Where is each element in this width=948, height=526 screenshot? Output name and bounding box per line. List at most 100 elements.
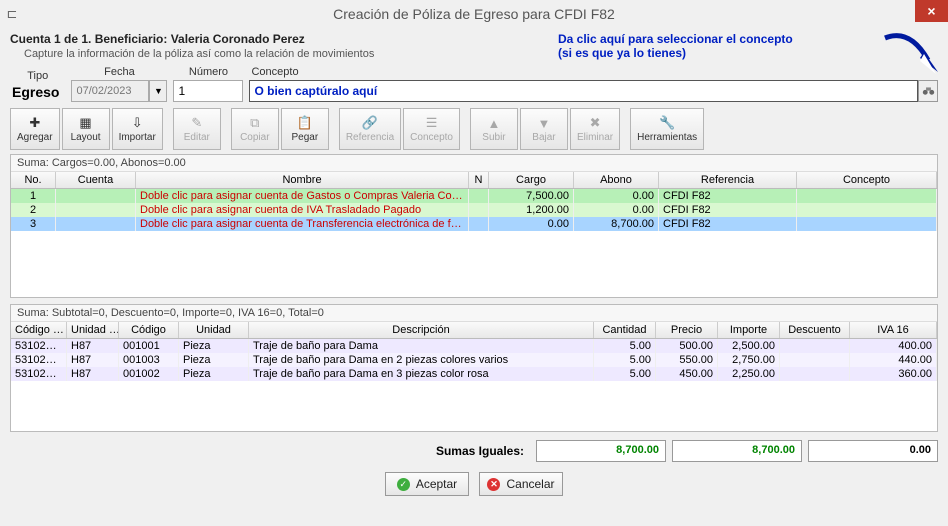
toolbar-copiar-label: Copiar xyxy=(240,132,269,143)
account-header: Cuenta 1 de 1. Beneficiario: Valeria Cor… xyxy=(10,32,558,46)
concepto-lookup-button[interactable] xyxy=(918,80,938,102)
cell-codigo2: 001003 xyxy=(119,353,179,367)
cell-unidad: Pieza xyxy=(179,339,249,353)
cell-unidad-s: H87 xyxy=(67,339,119,353)
toolbar-subir-label: Subir xyxy=(482,132,505,143)
movements-row[interactable]: 1Doble clic para asignar cuenta de Gasto… xyxy=(11,189,937,203)
toolbar-eliminar-label: Eliminar xyxy=(577,132,613,143)
concepto-input[interactable] xyxy=(249,80,918,102)
binoculars-icon xyxy=(922,85,935,98)
toolbar-copiar[interactable]: ⧉Copiar xyxy=(231,108,279,150)
toolbar-eliminar[interactable]: ✖Eliminar xyxy=(570,108,620,150)
cell-iva: 360.00 xyxy=(850,367,937,381)
import-icon: ⇩ xyxy=(129,115,145,131)
cell-codigo: 53102802 xyxy=(11,353,67,367)
toolbar-importar[interactable]: ⇩Importar xyxy=(112,108,163,150)
toolbar-editar[interactable]: ✎Editar xyxy=(173,108,221,150)
movements-row[interactable]: 3Doble clic para asignar cuenta de Trans… xyxy=(11,217,937,231)
fields-row: Tipo Egreso Fecha ▼ Número Concepto xyxy=(6,66,942,108)
toolbar-referencia[interactable]: 🔗Referencia xyxy=(339,108,401,150)
items-row[interactable]: 53102802H87001002PiezaTraje de baño para… xyxy=(11,367,937,381)
edit-icon: ✎ xyxy=(189,115,205,131)
movements-row[interactable]: 2Doble clic para asignar cuenta de IVA T… xyxy=(11,203,937,217)
items-sums: Suma: Subtotal=0, Descuento=0, Importe=0… xyxy=(11,305,937,322)
toolbar-herramientas[interactable]: 🔧Herramientas xyxy=(630,108,704,150)
cell-precio: 450.00 xyxy=(656,367,718,381)
down-icon: ▼ xyxy=(536,115,552,131)
items-row[interactable]: 53102802H87001003PiezaTraje de baño para… xyxy=(11,353,937,367)
col-importe[interactable]: Importe xyxy=(718,322,780,338)
toolbar-layout[interactable]: ▦Layout xyxy=(62,108,110,150)
numero-label: Número xyxy=(189,66,228,78)
field-tipo: Tipo Egreso xyxy=(10,70,65,102)
col-unidad-s[interactable]: Unidad … xyxy=(67,322,119,338)
fecha-dropdown-button[interactable]: ▼ xyxy=(149,80,167,102)
totals-cargos: 8,700.00 xyxy=(536,440,666,462)
cell-desc: Traje de baño para Dama en 3 piezas colo… xyxy=(249,367,594,381)
cell-ref: CFDI F82 xyxy=(659,203,797,217)
cell-descuento xyxy=(780,367,850,381)
items-header: Código … Unidad … Código Unidad Descripc… xyxy=(11,322,937,339)
toolbar-bajar[interactable]: ▼Bajar xyxy=(520,108,568,150)
col-cantidad[interactable]: Cantidad xyxy=(594,322,656,338)
col-nombre[interactable]: Nombre xyxy=(136,172,469,188)
account-subheader: Capture la información de la póliza así … xyxy=(10,46,558,66)
cell-cargo: 7,500.00 xyxy=(489,189,574,203)
toolbar-agregar[interactable]: ✚Agregar xyxy=(10,108,60,150)
col-desc[interactable]: Descripción xyxy=(249,322,594,338)
col-cuenta[interactable]: Cuenta xyxy=(56,172,136,188)
movements-body[interactable]: 1Doble clic para asignar cuenta de Gasto… xyxy=(11,189,937,297)
cell-abono: 8,700.00 xyxy=(574,217,659,231)
toolbar-pegar[interactable]: 📋Pegar xyxy=(281,108,329,150)
cell-cargo: 1,200.00 xyxy=(489,203,574,217)
col-codigo[interactable]: Código … xyxy=(11,322,67,338)
col-concepto[interactable]: Concepto xyxy=(797,172,937,188)
toolbar-subir[interactable]: ▲Subir xyxy=(470,108,518,150)
cancel-button[interactable]: ✕Cancelar xyxy=(479,472,563,496)
close-button[interactable]: × xyxy=(915,0,948,22)
cell-importe: 2,500.00 xyxy=(718,339,780,353)
col-abono[interactable]: Abono xyxy=(574,172,659,188)
toolbar-concepto[interactable]: ☰Concepto xyxy=(403,108,460,150)
fecha-label: Fecha xyxy=(104,66,135,78)
col-iva[interactable]: IVA 16 xyxy=(850,322,937,338)
col-descuento[interactable]: Descuento xyxy=(780,322,850,338)
col-unidad[interactable]: Unidad xyxy=(179,322,249,338)
toolbar-editar-label: Editar xyxy=(184,132,210,143)
cell-n xyxy=(469,203,489,217)
totals-abonos: 8,700.00 xyxy=(672,440,802,462)
items-body[interactable]: 53102802H87001001PiezaTraje de baño para… xyxy=(11,339,937,431)
cell-concepto xyxy=(797,203,937,217)
numero-input[interactable] xyxy=(173,80,243,102)
delete-icon: ✖ xyxy=(587,115,603,131)
toolbar-herramientas-label: Herramientas xyxy=(637,132,697,143)
col-cargo[interactable]: Cargo xyxy=(489,172,574,188)
plus-icon: ✚ xyxy=(27,115,43,131)
cell-nombre: Doble clic para asignar cuenta de Transf… xyxy=(136,217,469,231)
accept-button[interactable]: ✓Aceptar xyxy=(385,472,469,496)
cell-n xyxy=(469,189,489,203)
col-ref[interactable]: Referencia xyxy=(659,172,797,188)
cell-descuento xyxy=(780,353,850,367)
up-icon: ▲ xyxy=(486,115,502,131)
field-concepto: Concepto xyxy=(249,66,938,102)
cell-iva: 400.00 xyxy=(850,339,937,353)
items-row[interactable]: 53102802H87001001PiezaTraje de baño para… xyxy=(11,339,937,353)
cell-cantidad: 5.00 xyxy=(594,353,656,367)
col-precio[interactable]: Precio xyxy=(656,322,718,338)
col-no[interactable]: No. xyxy=(11,172,56,188)
toolbar-bajar-label: Bajar xyxy=(532,132,555,143)
movements-header: No. Cuenta Nombre N Cargo Abono Referenc… xyxy=(11,172,937,189)
cell-concepto xyxy=(797,189,937,203)
cell-importe: 2,750.00 xyxy=(718,353,780,367)
col-n[interactable]: N xyxy=(469,172,489,188)
cell-nombre: Doble clic para asignar cuenta de Gastos… xyxy=(136,189,469,203)
hint-arrow-icon xyxy=(880,30,940,80)
fecha-input[interactable] xyxy=(71,80,149,102)
cell-ref: CFDI F82 xyxy=(659,217,797,231)
cell-cuenta xyxy=(56,203,136,217)
col-codigo2[interactable]: Código xyxy=(119,322,179,338)
cell-codigo: 53102802 xyxy=(11,339,67,353)
items-grid: Suma: Subtotal=0, Descuento=0, Importe=0… xyxy=(10,304,938,432)
check-icon: ✓ xyxy=(397,478,410,491)
